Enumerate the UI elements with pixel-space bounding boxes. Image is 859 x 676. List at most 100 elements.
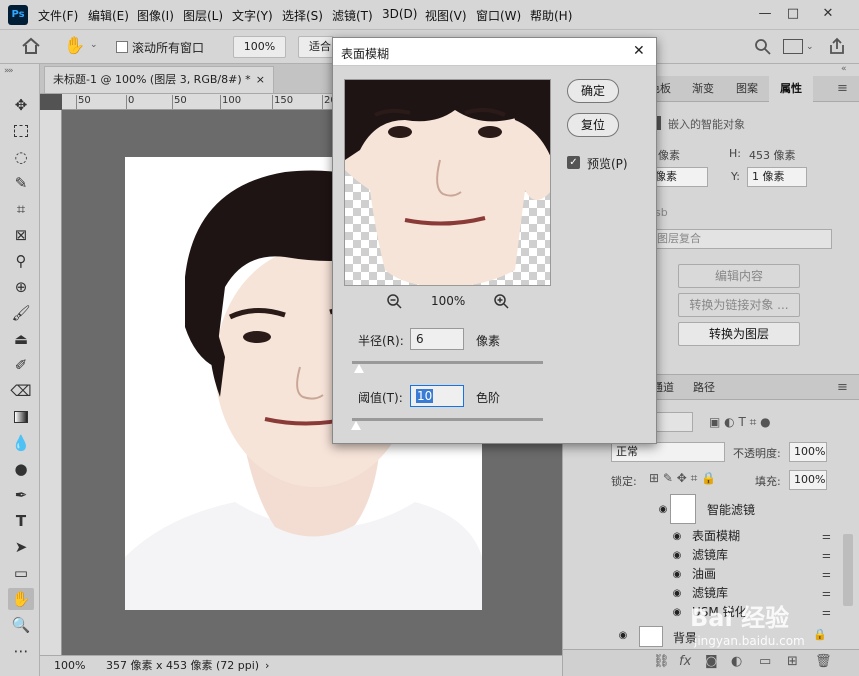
home-icon[interactable] — [20, 36, 44, 56]
layer-comp-select[interactable]: 图层复合 — [652, 229, 832, 249]
radius-slider-track[interactable] — [352, 361, 543, 364]
convert-to-linked-button[interactable]: 转换为链接对象 ... — [678, 293, 800, 317]
visibility-eye-icon[interactable]: ◉ — [667, 527, 687, 546]
close-window-icon[interactable]: ✕ — [815, 4, 841, 24]
menu-window[interactable]: 窗口(W) — [476, 7, 521, 24]
filter-options-icon[interactable]: ⚌ — [822, 527, 831, 546]
lasso-tool-icon[interactable]: ◌ — [8, 146, 34, 168]
history-brush-icon[interactable]: ✐ — [8, 354, 34, 376]
smart-filters-row[interactable]: ◉ 智能滤镜 — [605, 492, 837, 527]
zoom-percent-box[interactable]: 100% — [233, 36, 286, 58]
more-tools-icon[interactable]: ⋯ — [8, 640, 34, 662]
fill-field[interactable]: 100% — [789, 470, 827, 490]
menu-edit[interactable]: 编辑(E) — [88, 7, 129, 24]
visibility-eye-icon[interactable]: ◉ — [667, 603, 687, 622]
workspace-icon[interactable] — [783, 39, 803, 54]
threshold-slider-thumb[interactable] — [351, 421, 361, 430]
menu-view[interactable]: 视图(V) — [425, 7, 467, 24]
hand-tool-icon[interactable]: ✋ — [64, 36, 85, 56]
brush-tool-icon[interactable]: 🖌 — [8, 302, 34, 324]
tab-patterns[interactable]: 图案 — [727, 76, 767, 102]
rectangle-tool-icon[interactable]: ▭ — [8, 562, 34, 584]
lock-icons[interactable]: ⊞ ✎ ✥ ⌗ 🔒 — [649, 471, 716, 486]
zoom-out-icon[interactable] — [386, 293, 402, 312]
eraser-icon[interactable]: ⌫ — [8, 380, 34, 402]
radius-slider-thumb[interactable] — [354, 364, 364, 373]
type-tool-icon[interactable]: T — [8, 510, 34, 532]
filter-row[interactable]: ◉ 滤镜库 ⚌ — [667, 546, 837, 565]
menu-help[interactable]: 帮助(H) — [530, 7, 572, 24]
tab-paths[interactable]: 路径 — [687, 375, 721, 401]
visibility-eye-icon[interactable]: ◉ — [613, 630, 633, 641]
move-tool-icon[interactable]: ✥ — [8, 94, 34, 116]
threshold-slider-track[interactable] — [352, 418, 543, 421]
menu-type[interactable]: 文字(Y) — [232, 7, 273, 24]
stamp-tool-icon[interactable]: ⏏ — [8, 328, 34, 350]
menu-file[interactable]: 文件(F) — [38, 7, 78, 24]
reset-button[interactable]: 复位 — [567, 113, 619, 137]
x-position-field[interactable]: 像素 — [650, 167, 708, 187]
link-layers-icon[interactable]: ⛓ — [653, 654, 670, 669]
minimize-icon[interactable]: — — [752, 4, 778, 24]
layer-filter-icons[interactable]: ▣ ◐ T ⌗ ● — [709, 415, 771, 430]
scroll-all-checkbox[interactable] — [116, 41, 128, 53]
maximize-icon[interactable]: □ — [780, 4, 806, 24]
chevron-down-icon[interactable]: ⌄ — [806, 42, 814, 52]
collapse-arrows-icon[interactable]: « — [841, 64, 847, 74]
tab-properties[interactable]: 属性 — [769, 76, 813, 102]
layers-scrollbar[interactable] — [843, 534, 853, 606]
close-tab-icon[interactable]: × — [256, 67, 265, 93]
menu-layer[interactable]: 图层(L) — [183, 7, 223, 24]
hand-tool-icon[interactable]: ✋ — [8, 588, 34, 610]
eyedropper-icon[interactable]: ⚲ — [8, 250, 34, 272]
filter-row[interactable]: ◉ 油画 ⚌ — [667, 565, 837, 584]
layer-thumbnail — [639, 626, 663, 647]
opacity-field[interactable]: 100% — [789, 442, 827, 462]
menu-image[interactable]: 图像(I) — [137, 7, 174, 24]
pen-tool-icon[interactable]: ✒ — [8, 484, 34, 506]
chevron-down-icon[interactable]: ⌄ — [90, 40, 98, 50]
visibility-eye-icon[interactable]: ◉ — [667, 565, 687, 584]
visibility-eye-icon[interactable]: ◉ — [667, 546, 687, 565]
share-icon[interactable] — [827, 36, 847, 59]
frame-tool-icon[interactable]: ⊠ — [8, 224, 34, 246]
layer-filter-select[interactable] — [653, 412, 693, 432]
menu-filter[interactable]: 滤镜(T) — [332, 7, 373, 24]
threshold-input[interactable]: 10 — [410, 385, 464, 407]
zoom-level[interactable]: 100% — [54, 656, 85, 676]
marquee-tool-icon[interactable] — [8, 120, 34, 142]
tab-gradients[interactable]: 渐变 — [683, 76, 723, 102]
panel-menu-icon[interactable]: ≡ — [837, 81, 848, 96]
filter-preview[interactable] — [344, 79, 551, 286]
blend-mode-select[interactable]: 正常 — [611, 442, 725, 462]
menu-3d[interactable]: 3D(D) — [382, 7, 417, 21]
preview-checkbox[interactable]: ✓ — [567, 156, 580, 169]
healing-brush-icon[interactable]: ⊕ — [8, 276, 34, 298]
zoom-in-icon[interactable] — [493, 293, 509, 312]
dialog-title-bar[interactable]: 表面模糊 ✕ — [333, 38, 656, 66]
zoom-tool-icon[interactable]: 🔍 — [8, 614, 34, 636]
edit-contents-button[interactable]: 编辑内容 — [678, 264, 800, 288]
menu-select[interactable]: 选择(S) — [282, 7, 323, 24]
quick-selection-icon[interactable]: ✎ — [8, 172, 34, 194]
crop-tool-icon[interactable]: ⌗ — [8, 198, 34, 220]
path-selection-icon[interactable]: ➤ — [8, 536, 34, 558]
filter-options-icon[interactable]: ⚌ — [822, 565, 831, 584]
document-tab[interactable]: 未标题-1 @ 100% (图层 3, RGB/8#) * × — [44, 66, 274, 93]
gradient-tool-icon[interactable] — [8, 406, 34, 428]
status-arrow-icon[interactable]: › — [265, 656, 269, 676]
blur-tool-icon[interactable]: 💧 — [8, 432, 34, 454]
fit-screen-button[interactable]: 适合 — [298, 36, 334, 58]
ok-button[interactable]: 确定 — [567, 79, 619, 103]
filter-options-icon[interactable]: ⚌ — [822, 546, 831, 565]
radius-input[interactable]: 6 — [410, 328, 464, 350]
search-icon[interactable] — [754, 38, 772, 59]
visibility-eye-icon[interactable]: ◉ — [667, 584, 687, 603]
dialog-close-icon[interactable]: ✕ — [633, 43, 645, 59]
convert-to-layers-button[interactable]: 转换为图层 — [678, 322, 800, 346]
panel-menu-icon[interactable]: ≡ — [837, 380, 848, 395]
filter-row[interactable]: ◉ 表面模糊 ⚌ — [667, 527, 837, 546]
dodge-tool-icon[interactable]: ● — [8, 458, 34, 480]
y-position-field[interactable]: 1 像素 — [747, 167, 807, 187]
collapse-arrows-icon[interactable]: » — [4, 66, 10, 76]
